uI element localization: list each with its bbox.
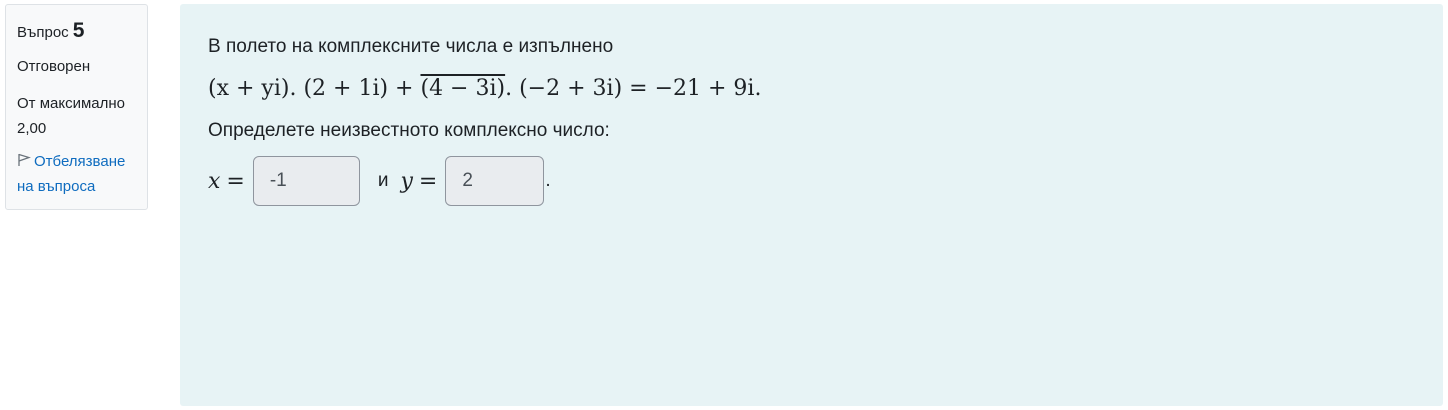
question-number: Въпрос 5 <box>17 19 136 45</box>
y-variable-label: y <box>400 168 413 194</box>
equation-part-2: (2 + 1i) + <box>296 76 421 101</box>
question-intro: В полето на комплексните числа е изпълне… <box>208 36 614 57</box>
question-grade: От максимално 2,00 <box>17 95 126 137</box>
question-content: В полето на комплексните числа е изпълне… <box>180 4 1443 406</box>
question-prompt: Определете неизвестното комплексно число… <box>208 120 610 141</box>
equation-conjugate: (4 − 3i) <box>420 76 506 101</box>
equation-part-1: (x + yi). <box>208 76 297 101</box>
x-answer-input[interactable] <box>252 156 360 206</box>
y-answer-input[interactable] <box>445 156 545 206</box>
flag-icon <box>17 150 31 166</box>
equation: (x + yi). (2 + 1i) + (4 − 3i). (−2 + 3i)… <box>208 76 1415 106</box>
equation-part-3: . (−2 + 3i) = −21 + 9i. <box>505 76 762 101</box>
flag-label: Отбелязване на въпроса <box>17 153 126 195</box>
x-equals-sign: = <box>226 168 245 194</box>
question-number-value: 5 <box>72 19 85 42</box>
end-dot: . <box>545 170 551 191</box>
flag-question-link[interactable]: Отбелязване на въпроса <box>17 149 136 199</box>
answer-row: x = и y = . <box>208 156 1415 206</box>
x-variable-label: x <box>208 168 221 194</box>
question-state: Отговорен <box>17 58 91 75</box>
question-label: Въпрос <box>17 24 69 41</box>
question-info-panel: Въпрос 5 Отговорен От максимално 2,00 От… <box>5 4 148 210</box>
and-text: и <box>377 170 389 191</box>
y-equals-sign: = <box>418 168 438 194</box>
